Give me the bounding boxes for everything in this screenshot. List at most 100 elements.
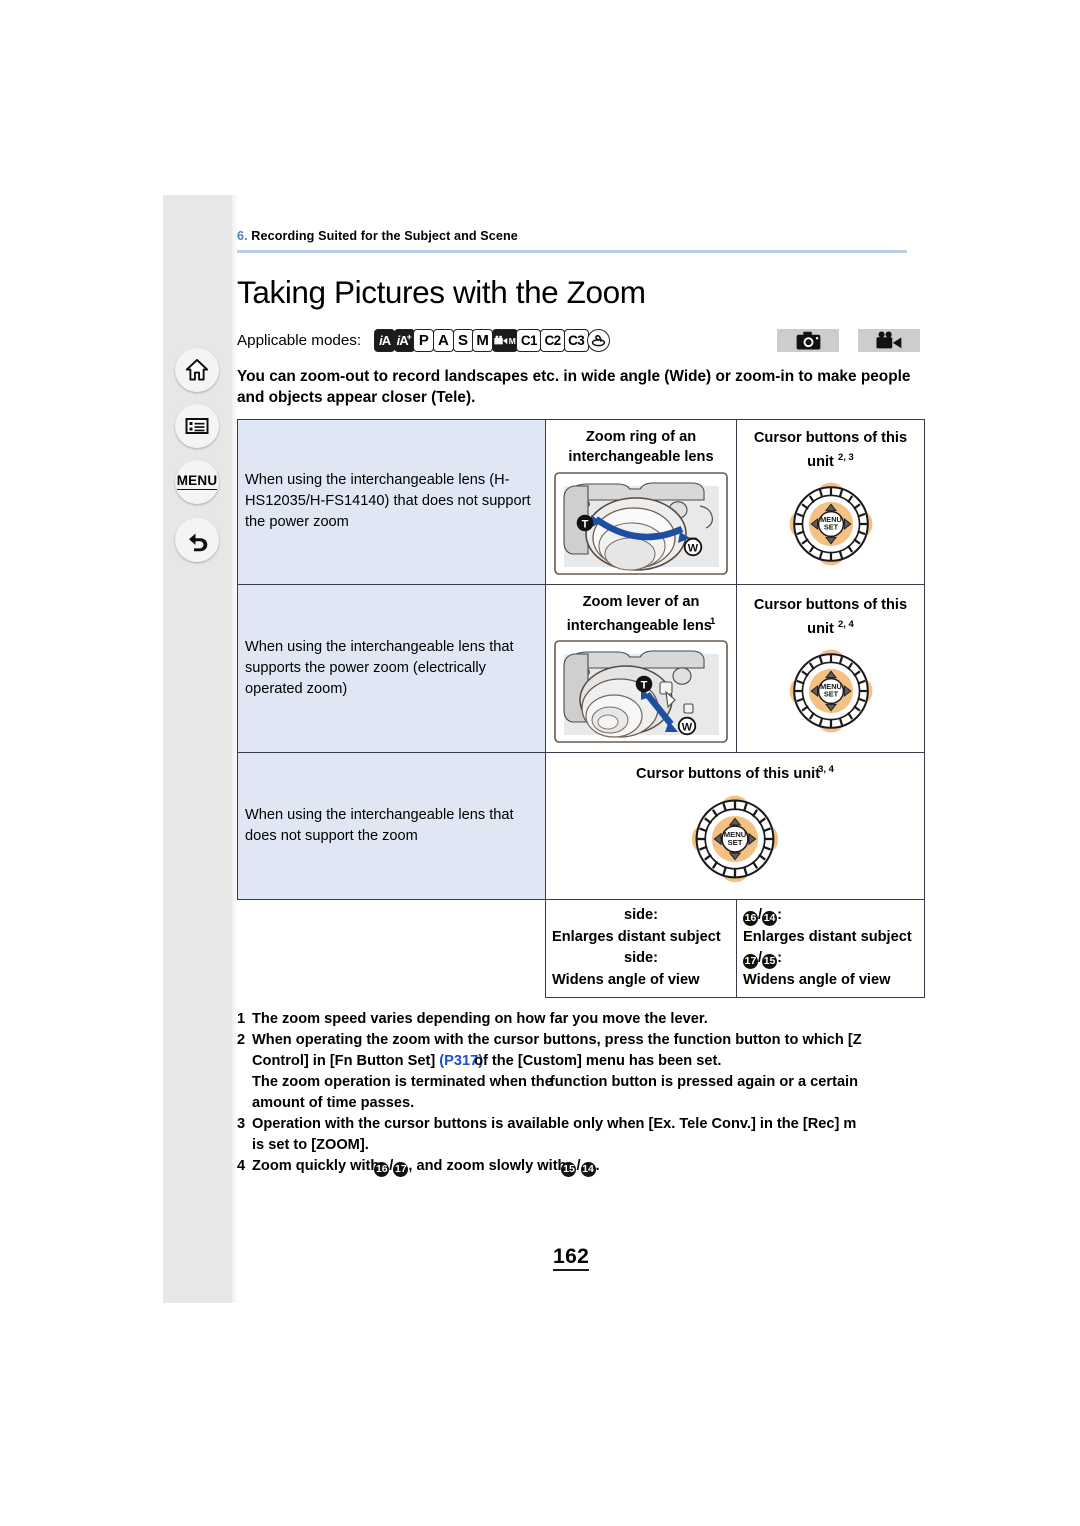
svg-text:T: T — [582, 518, 589, 530]
breadcrumb-number: 6. — [237, 229, 248, 243]
row-description-cell: When using the interchangeable lens (H-H… — [237, 418, 546, 585]
legend-left-line-3: side: — [623, 950, 659, 967]
legend-right-line-1: 16/14: — [743, 907, 782, 927]
footnote-2-number: 2 — [237, 1032, 246, 1049]
legend-left-cell: side: Enlarges distant subject side: Wid… — [545, 899, 737, 999]
legend-empty-cell — [238, 900, 546, 998]
breadcrumb-rule — [237, 250, 907, 253]
middle-cell-heading: Zoom lever of an interchangeable lens1 — [546, 585, 736, 638]
mode-icon-ia-plus: i A + — [393, 329, 415, 352]
row-right-cell: Cursor buttons of this unit 2, 4 MENU SE… — [736, 583, 925, 754]
footnote-1-text: The zoom speed varies depending on how f… — [252, 1011, 708, 1028]
span-cell-heading-sup: 3, 4 — [818, 764, 834, 776]
row-description-cell: When using the interchangeable lens that… — [237, 583, 546, 754]
page-content: 6. Recording Suited for the Subject and … — [237, 228, 932, 1178]
sidebar-item-home[interactable] — [175, 348, 219, 392]
cursor-dial-illustration: MENU SET — [737, 473, 924, 582]
right-cell-heading-text: Cursor buttons of this unit — [753, 429, 908, 470]
sidebar-item-back[interactable] — [175, 518, 219, 562]
right-cell-heading-sup: 2, 4 — [837, 618, 854, 630]
legend-left-line-4: Widens angle of view — [552, 971, 700, 988]
footnote-4-b: , and zoom slowly with — [408, 1158, 567, 1175]
footnote-3-line-1: Operation with the cursor buttons is ava… — [252, 1116, 857, 1133]
footnote-3-line-2: is set to [ZOOM]. — [252, 1137, 369, 1154]
svg-text:W: W — [682, 722, 693, 734]
button-15-icon: 15 — [561, 1162, 577, 1178]
footnote-2-line-2: Control] in [Fn Button Set] (P317)of the… — [252, 1051, 937, 1072]
legend-right-colon-2: : — [777, 950, 782, 967]
button-16-icon: 16 — [374, 1162, 390, 1178]
legend-left-line-2: Enlarges distant subject — [552, 928, 721, 945]
button-15-icon: 15 — [762, 954, 778, 970]
footnote-4-slash-2: / — [576, 1158, 581, 1175]
right-cell-heading-sup: 2, 3 — [837, 451, 854, 463]
right-cell-heading: Cursor buttons of this unit 2, 4 — [737, 588, 924, 641]
footnote-2-line-3: The zoom operation is terminated when th… — [252, 1072, 937, 1093]
row-description-cell: When using the interchangeable lens that… — [237, 752, 546, 901]
footnote-1: 1 The zoom speed varies depending on how… — [237, 1009, 937, 1030]
table-row: When using the interchangeable lens (H-H… — [237, 418, 925, 585]
footnote-4-number: 4 — [237, 1158, 246, 1175]
page-number: 162 — [553, 1246, 590, 1271]
footnote-2-line-2a: Control] in [Fn Button Set] — [252, 1053, 440, 1070]
mode-icon-c3: C3 — [563, 329, 589, 352]
svg-text:W: W — [688, 542, 699, 554]
zoom-methods-table: When using the interchangeable lens (H-H… — [237, 418, 925, 999]
table-legend-row: side: Enlarges distant subject side: Wid… — [238, 899, 925, 999]
mode-icon-c2: C2 — [539, 329, 565, 352]
svg-text:T: T — [641, 680, 648, 692]
footnote-2-line-3b: function button is pressed again or a ce… — [549, 1074, 859, 1091]
footnote-2-line-2b: of the [Custom] menu has been set. — [474, 1053, 722, 1070]
mode-icon-a: A — [432, 329, 454, 352]
button-17-icon: 17 — [743, 954, 758, 970]
button-14-icon: 14 — [762, 911, 778, 927]
cursor-dial-illustration: MENU SET — [546, 786, 924, 899]
page-right-margin — [932, 0, 1080, 1526]
sidebar-item-contents[interactable] — [175, 404, 219, 448]
legend-right-line-4: Widens angle of view — [743, 971, 891, 988]
sidebar-item-menu[interactable]: MENU — [175, 460, 219, 504]
footnote-2-line-3a: The zoom operation is terminated when th… — [252, 1074, 557, 1091]
footnote-4-a: Zoom quickly with — [252, 1158, 380, 1175]
middle-cell-heading-sup: 1 — [709, 615, 716, 627]
svg-text:SET: SET — [823, 690, 838, 699]
row-right-cell: Cursor buttons of this unit 2, 3 MENU SE… — [736, 418, 925, 585]
zoom-lever-illustration: T W — [546, 637, 736, 752]
footnote-2-line-4: amount of time passes. — [252, 1095, 415, 1112]
breadcrumb: 6. Recording Suited for the Subject and … — [237, 228, 932, 244]
intro-paragraph: You can zoom-out to record landscapes et… — [237, 367, 911, 406]
svg-text:SET: SET — [728, 838, 743, 847]
cursor-dial-illustration: MENU SET — [737, 640, 924, 749]
page-title: Taking Pictures with the Zoom — [237, 273, 646, 310]
video-camera-icon — [858, 329, 920, 352]
footnote-4: 4 Zoom quickly with16 / 17, and zoom slowl… — [237, 1156, 937, 1178]
button-14-icon: 14 — [580, 1162, 596, 1178]
legend-right-line-2: Enlarges distant subject — [743, 928, 912, 945]
row-description-text: When using the interchangeable lens (H-H… — [245, 472, 531, 530]
mode-icon-group: iA i A + P A S M M C1 C2 C3 — [374, 329, 611, 352]
menu-text-icon: MENU — [176, 473, 218, 491]
middle-cell-heading: Zoom ring of an interchangeable lens — [568, 428, 714, 465]
manual-page: MENU 6. Recording Suited for the Subject… — [0, 0, 1080, 1526]
row-middle-cell: Zoom ring of an interchangeable lens T W — [545, 418, 737, 585]
mode-icon-ia: iA — [374, 329, 396, 352]
middle-cell-heading-text: Zoom lever of an interchangeable lens — [566, 593, 712, 634]
mode-icon-c1: C1 — [516, 329, 542, 352]
legend-right-cell: 16/14: Enlarges distant subject 17/15: W… — [736, 899, 925, 999]
span-cell-heading: Cursor buttons of this unit3, 4 — [546, 753, 924, 786]
breadcrumb-text: Recording Suited for the Subject and Sce… — [247, 229, 518, 243]
mode-icon-s: S — [452, 329, 474, 352]
legend-left-line-1: side: — [623, 907, 659, 924]
right-cell-heading: Cursor buttons of this unit 2, 3 — [737, 421, 924, 474]
table-row: When using the interchangeable lens that… — [237, 583, 925, 754]
footnote-4-period: . — [595, 1158, 600, 1175]
svg-text:SET: SET — [823, 523, 838, 532]
row-description-text: When using the interchangeable lens that… — [245, 638, 514, 697]
button-16-icon: 16 — [743, 911, 758, 927]
list-icon — [184, 413, 210, 439]
footnote-1-number: 1 — [237, 1011, 246, 1028]
mode-badge-group — [777, 329, 920, 352]
row-middle-cell: Zoom lever of an interchangeable lens1 T… — [545, 583, 737, 754]
footnote-3: 3 Operation with the cursor buttons is a… — [237, 1114, 937, 1156]
right-cell-heading-text: Cursor buttons of this unit — [753, 596, 908, 637]
